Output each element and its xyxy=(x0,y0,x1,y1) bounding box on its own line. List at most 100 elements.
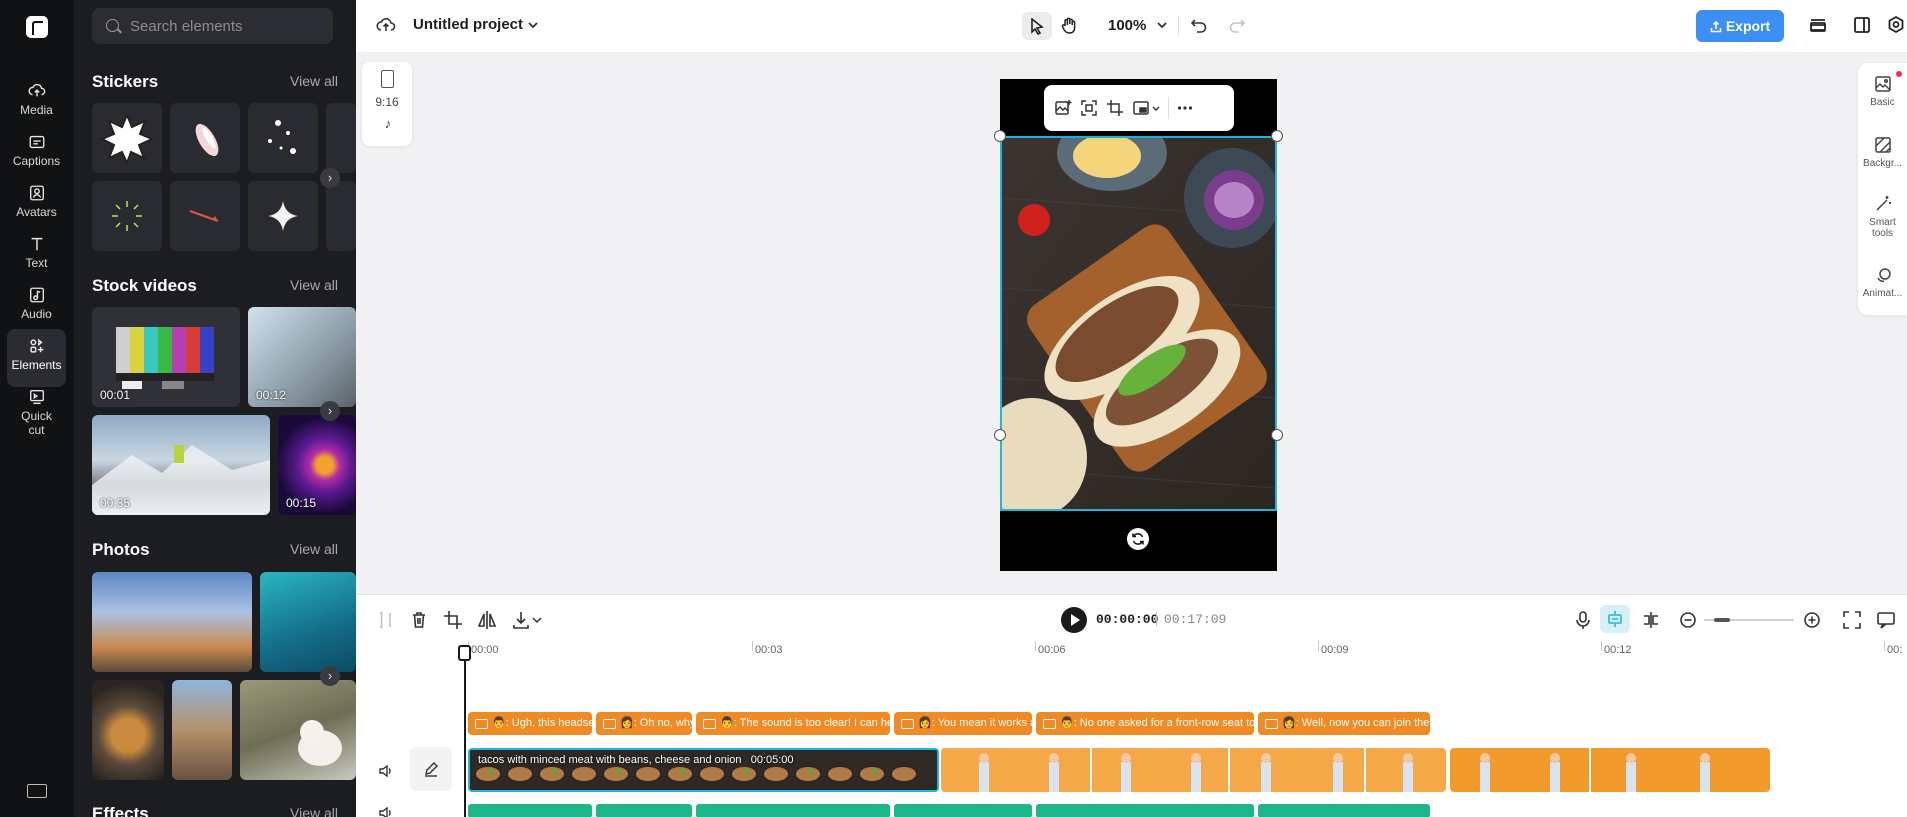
resize-handle-bottom-right[interactable] xyxy=(1271,429,1283,441)
main-video-clip[interactable]: tacos with minced meat with beans, chees… xyxy=(468,748,939,792)
chevron-down-icon[interactable] xyxy=(532,616,542,624)
selected-video-clip[interactable] xyxy=(1000,136,1277,511)
rail-item-elements[interactable]: Elements xyxy=(7,329,66,387)
stock-video-mountain[interactable]: 00:35 xyxy=(92,415,270,515)
stock-video-color-bars[interactable]: 00:01 xyxy=(92,307,240,407)
effects-view-all[interactable]: View all xyxy=(290,805,338,817)
zoom-in-icon[interactable] xyxy=(1801,609,1823,631)
photos-next-arrow[interactable]: › xyxy=(320,666,340,686)
avatar-video-clip[interactable] xyxy=(941,748,1446,792)
photos-view-all[interactable]: View all xyxy=(290,541,338,557)
audio-clip[interactable] xyxy=(696,804,890,817)
redo-icon[interactable] xyxy=(1228,16,1246,34)
layers-icon[interactable] xyxy=(1808,15,1828,35)
chevron-down-icon[interactable] xyxy=(527,20,539,30)
audio-clip[interactable] xyxy=(596,804,692,817)
speaker-icon[interactable] xyxy=(378,805,394,817)
fit-screen-icon[interactable] xyxy=(1841,609,1863,631)
stock-video-animal[interactable]: 00:12 xyxy=(248,307,356,407)
zoom-slider-knob[interactable] xyxy=(1714,618,1730,622)
video-preview[interactable] xyxy=(994,79,1283,571)
rail-item-avatars[interactable]: Avatars xyxy=(7,176,66,234)
zoom-chevron-down-icon[interactable] xyxy=(1156,20,1168,30)
audio-clip[interactable] xyxy=(1036,804,1254,817)
rail-item-text[interactable]: Text xyxy=(7,227,66,285)
caption-clip[interactable]: 👨: No one asked for a front-row seat to … xyxy=(1036,712,1254,735)
resize-handle-top-right[interactable] xyxy=(1271,130,1283,142)
rail-item-media[interactable]: Media xyxy=(7,74,66,132)
sticker-partial[interactable] xyxy=(326,103,356,173)
resize-handle-bottom-left[interactable] xyxy=(994,429,1006,441)
sticker-burst[interactable] xyxy=(92,103,162,173)
download-icon[interactable] xyxy=(510,609,532,631)
hand-tool-button[interactable] xyxy=(1054,12,1084,40)
zoom-out-icon[interactable] xyxy=(1677,609,1699,631)
select-tool-button[interactable] xyxy=(1022,12,1052,40)
sticker-arrow[interactable] xyxy=(170,181,240,251)
replace-image-icon[interactable] xyxy=(1054,99,1072,117)
stock-videos-next-arrow[interactable]: › xyxy=(320,401,340,421)
stickers-next-arrow[interactable]: › xyxy=(320,168,340,188)
photo-street[interactable] xyxy=(172,680,232,780)
export-button[interactable]: Export xyxy=(1696,10,1784,42)
photo-sea[interactable] xyxy=(260,572,356,672)
photo-tacos[interactable] xyxy=(92,680,164,780)
picture-in-picture-icon[interactable] xyxy=(1132,99,1150,117)
right-rail-basic[interactable]: Basic xyxy=(1858,75,1907,108)
undo-icon[interactable] xyxy=(1190,16,1208,34)
flip-icon[interactable] xyxy=(476,609,498,631)
app-logo-icon[interactable] xyxy=(26,16,48,38)
timeline-ruler[interactable]: 00:00 00:03 00:06 00:09 00:12 00: xyxy=(356,633,1907,659)
play-button[interactable] xyxy=(1061,607,1087,633)
sticker-feather[interactable] xyxy=(170,103,240,173)
focus-frame-icon[interactable] xyxy=(1080,99,1098,117)
sticker-star-sparkle[interactable] xyxy=(248,181,318,251)
more-options-icon[interactable] xyxy=(1176,99,1194,117)
rail-item-captions[interactable]: Captions xyxy=(7,125,66,183)
caption-clip[interactable]: 👩: You mean it works as xyxy=(894,712,1032,735)
track-edit-button[interactable] xyxy=(410,747,452,791)
delete-icon[interactable] xyxy=(408,609,430,631)
crop-icon[interactable] xyxy=(1106,99,1124,117)
audio-clip[interactable] xyxy=(468,804,592,817)
stickers-view-all[interactable]: View all xyxy=(290,73,338,89)
caption-clip[interactable]: 👨: Ugh, this headset xyxy=(468,712,592,735)
audio-clip[interactable] xyxy=(894,804,1032,817)
speaker-icon[interactable] xyxy=(378,763,394,779)
avatar-video-clip[interactable] xyxy=(1450,748,1770,792)
zoom-level[interactable]: 100% xyxy=(1108,17,1146,34)
settings-icon[interactable] xyxy=(1886,15,1906,35)
rail-item-quick-cut[interactable]: Quick cut xyxy=(7,380,66,450)
photo-city-sky[interactable] xyxy=(92,572,252,672)
caption-clip[interactable]: 👨: The sound is too clear! I can hear xyxy=(696,712,890,735)
crop-icon[interactable] xyxy=(442,609,464,631)
sticker-sparkle-dots[interactable] xyxy=(248,103,318,173)
photo-dog[interactable] xyxy=(240,680,356,780)
microphone-icon[interactable] xyxy=(1572,609,1594,631)
panel-layout-icon[interactable] xyxy=(1852,15,1872,35)
rotate-button[interactable] xyxy=(1127,528,1149,550)
right-rail-smart-tools[interactable]: Smart tools xyxy=(1858,195,1907,239)
search-box[interactable] xyxy=(92,8,333,44)
rail-item-audio[interactable]: Audio xyxy=(7,278,66,336)
right-rail-background[interactable]: Backgr... xyxy=(1858,136,1907,169)
caption-clip[interactable]: 👩: Oh no, why xyxy=(596,712,692,735)
sticker-partial[interactable] xyxy=(326,181,356,251)
search-input[interactable] xyxy=(130,8,330,44)
sticker-fireworks[interactable] xyxy=(92,181,162,251)
comment-icon[interactable] xyxy=(1875,609,1897,631)
cloud-sync-icon[interactable] xyxy=(376,16,396,34)
playhead-line[interactable] xyxy=(464,647,466,817)
aspect-ratio-card[interactable]: 9:16 ♪ xyxy=(362,62,412,146)
magnet-snap-button[interactable] xyxy=(1600,605,1630,633)
split-screen-icon[interactable] xyxy=(1640,609,1662,631)
chevron-down-icon[interactable] xyxy=(1152,106,1160,112)
right-rail-animation[interactable]: Animat... xyxy=(1858,266,1907,299)
project-title[interactable]: Untitled project xyxy=(413,16,523,33)
stock-video-neon[interactable]: 00:15 xyxy=(278,415,356,515)
playhead-handle[interactable] xyxy=(458,645,471,661)
audio-clip[interactable] xyxy=(1258,804,1430,817)
resize-handle-top-left[interactable] xyxy=(994,130,1006,142)
keyboard-shortcuts-icon[interactable] xyxy=(27,784,47,798)
caption-clip[interactable]: 👩: Well, now you can join their xyxy=(1258,712,1430,735)
